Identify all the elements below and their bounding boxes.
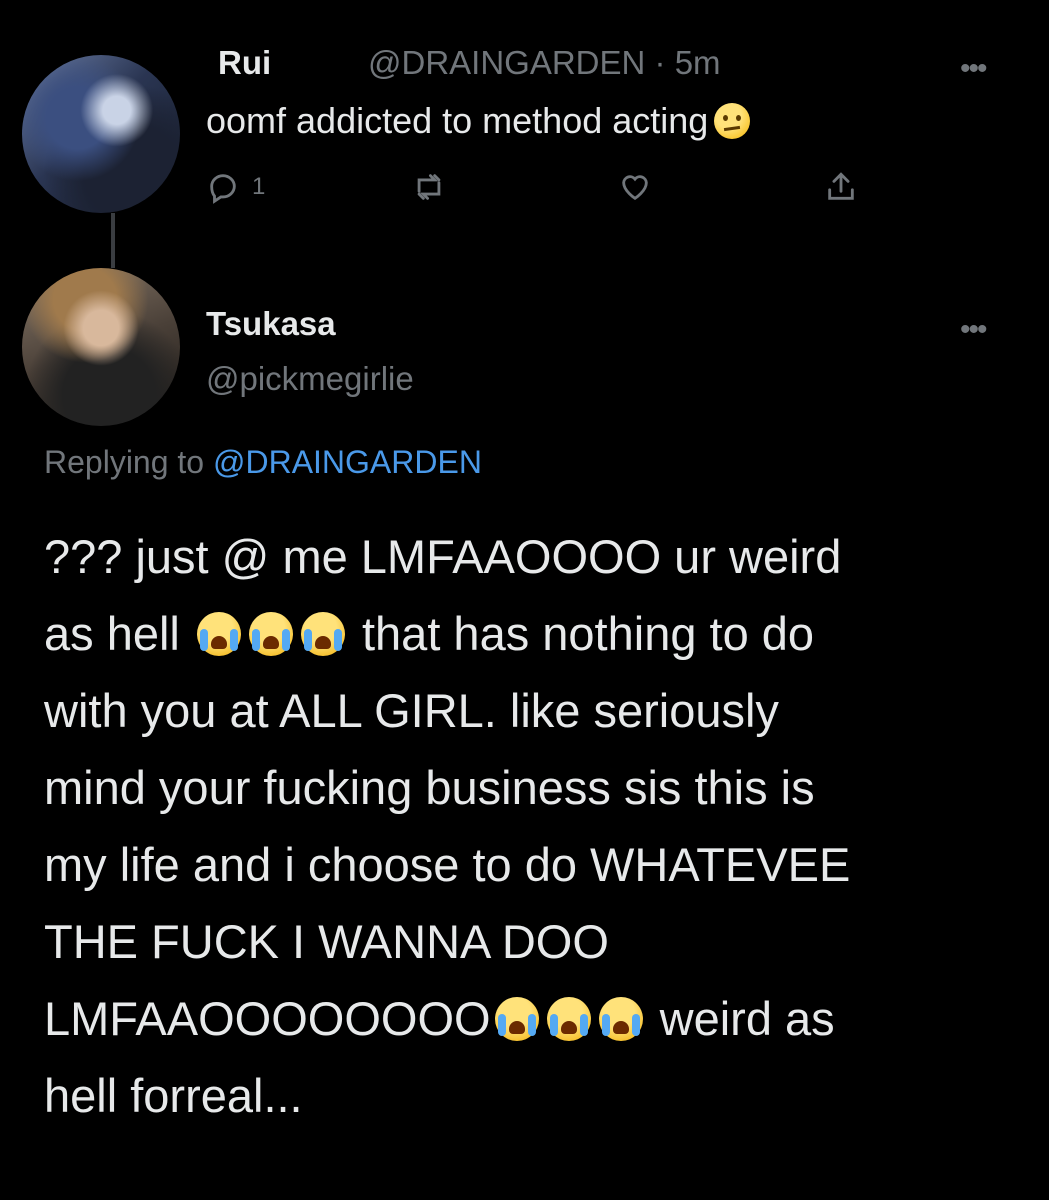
loudly-crying-face-icon [546,997,591,1041]
confused-face-emoji-icon [714,103,751,139]
tweet1-handle[interactable]: @DRAINGARDEN [368,44,645,81]
replying-to-mention[interactable]: @DRAINGARDEN [213,444,482,480]
tweet2-line: my life and i choose to do WHATEVEE [44,838,851,891]
tweet2-line: with you at ALL GIRL. like seriously [44,684,779,737]
tweet1-retweet-button[interactable] [412,170,446,204]
tweet2-line: ??? just @ me LMFAAOOOO ur weird [44,530,842,583]
retweet-icon [417,174,441,200]
tsukasa-avatar[interactable] [22,268,180,426]
tweet1-author-handle[interactable]: @DRAINGARDEN · 5m [368,44,721,82]
tweet2-line: mind your fucking business sis this is [44,761,815,814]
loudly-crying-face-icon [300,612,345,656]
tweet2-author-name[interactable]: Tsukasa [206,305,336,343]
share-icon [828,172,854,200]
tweet1-timestamp: · 5m [654,44,721,81]
tweet1-more-icon[interactable]: ••• [960,52,987,86]
tweet1-author-name[interactable]: Rui [218,44,271,82]
tweet2-text: ??? just @ me LMFAAOOOO ur weird as hell… [44,518,1034,1134]
tweet1-like-button[interactable] [618,170,652,204]
tweet2-line: THE FUCK I WANNA DOO [44,915,609,968]
tweet2-line: hell forreal... [44,1069,303,1122]
tweet1-reply-count: 1 [252,173,266,200]
loudly-crying-face-icon [196,612,241,656]
tweet1-text: oomf addicted to method acting [206,100,751,142]
replying-to-label: Replying to [44,444,213,480]
tweet1-text-content: oomf addicted to method acting [206,100,709,141]
tweet2-more-icon[interactable]: ••• [960,313,987,347]
replying-to: Replying to @DRAINGARDEN [44,444,482,481]
tweet1-reply-button[interactable]: 1 [206,170,265,204]
rui-avatar[interactable] [22,55,180,213]
tweet2-line: LMFAAOOOOOOOO weird as [44,992,835,1045]
loudly-crying-face-icon [598,997,643,1041]
tweet1-share-button[interactable] [824,170,858,204]
loudly-crying-face-icon [494,997,539,1041]
tweet2-author-handle[interactable]: @pickmegirlie [206,360,414,398]
loudly-crying-face-icon [248,612,293,656]
tweet2-line: as hell that has nothing to do [44,607,815,660]
thread-line [111,213,115,268]
heart-icon [622,175,648,201]
reply-icon [210,174,236,204]
